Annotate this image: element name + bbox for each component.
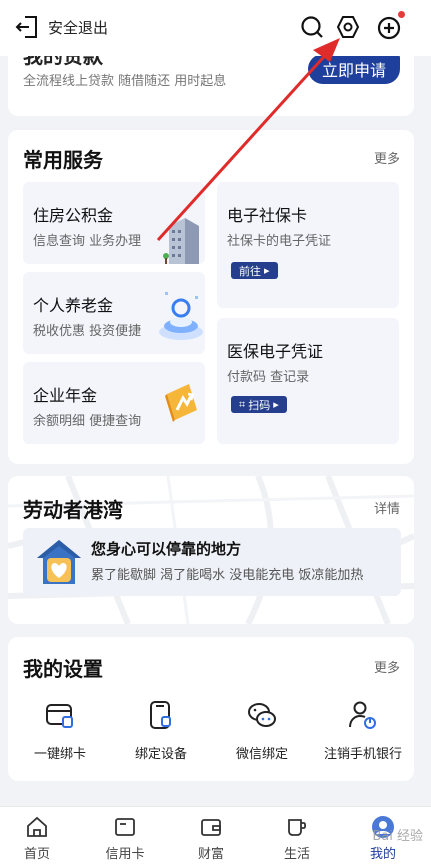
- apply-now-button[interactable]: 立即申请: [308, 54, 400, 84]
- scan-icon: ⌗: [239, 397, 246, 411]
- top-bar: 安全退出: [0, 0, 431, 56]
- tile-subtitle: 余额明细 便捷查询: [33, 414, 142, 429]
- tile-housing-fund[interactable]: 住房公积金 信息查询 业务办理: [23, 182, 205, 264]
- harbor-item-title: 您身心可以停靠的地方: [91, 540, 242, 558]
- tile-subtitle: 社保卡的电子凭证: [227, 234, 332, 249]
- tile-title: 医保电子凭证: [227, 342, 324, 361]
- services-title: 常用服务: [23, 148, 103, 172]
- settings-hex-icon: [336, 16, 360, 38]
- go-button[interactable]: 前往 ▸: [231, 262, 278, 279]
- search-button[interactable]: [299, 14, 325, 40]
- settings-button[interactable]: [335, 14, 361, 40]
- setting-deregister-mobile-banking[interactable]: 注销手机银行: [313, 699, 413, 762]
- harbor-detail-link[interactable]: 详情: [374, 498, 400, 517]
- tile-subtitle: 信息查询 业务办理: [33, 234, 142, 249]
- logout-icon: [15, 16, 37, 38]
- nav-item-life[interactable]: 生活: [267, 815, 327, 862]
- common-services-card: 常用服务 更多 住房公积金 信息查询 业务办理 个人养老金 税收优惠 投资便捷: [8, 130, 414, 464]
- tile-subtitle: 税收优惠 投资便捷: [33, 324, 142, 339]
- tile-title: 企业年金: [33, 386, 98, 405]
- nav-item-wealth[interactable]: 财富: [181, 815, 241, 862]
- logout-label: 安全退出: [48, 18, 109, 37]
- card-bind-icon: [46, 704, 73, 728]
- credit-card-icon: [115, 818, 135, 836]
- pension-icon: [159, 292, 203, 340]
- setting-wechat-bind[interactable]: 微信绑定: [212, 699, 312, 762]
- add-button[interactable]: [377, 11, 405, 40]
- nav-label: 生活: [283, 847, 310, 862]
- scan-button-label: 扫码: [248, 398, 271, 412]
- harbor-item-subtitle: 累了能歇脚 渴了能喝水 没电能充电 饭凉能加热: [91, 568, 364, 583]
- nav-label: 我的: [369, 847, 396, 862]
- tile-enterprise-annuity[interactable]: 企业年金 余额明细 便捷查询: [23, 362, 205, 444]
- setting-label: 绑定设备: [134, 747, 187, 762]
- tile-personal-pension[interactable]: 个人养老金 税收优惠 投资便捷: [23, 272, 205, 354]
- logout-button[interactable]: 安全退出: [14, 14, 108, 40]
- tile-title: 住房公积金: [33, 206, 114, 225]
- tile-medical-insurance-voucher[interactable]: 医保电子凭证 付款码 查记录 ⌗ 扫码 ▸: [217, 318, 399, 444]
- harbor-title: 劳动者港湾: [23, 498, 123, 522]
- services-more-link[interactable]: 更多: [374, 148, 400, 167]
- watermark: Bai 经验: [372, 829, 423, 844]
- setting-bind-card[interactable]: 一键绑卡: [10, 699, 110, 762]
- search-icon: [301, 16, 323, 38]
- building-icon: [163, 218, 199, 264]
- device-bind-icon: [150, 701, 171, 729]
- tile-subtitle: 付款码 查记录: [227, 370, 310, 385]
- tile-title: 个人养老金: [33, 296, 114, 315]
- nav-item-home[interactable]: 首页: [7, 815, 67, 862]
- go-button-label: 前往: [239, 264, 261, 278]
- setting-label: 注销手机银行: [323, 747, 402, 762]
- harbor-item[interactable]: 您身心可以停靠的地方 累了能歇脚 渴了能喝水 没电能充电 饭凉能加热: [23, 528, 401, 596]
- loan-subtitle: 全流程线上贷款 随借随还 用时起息: [23, 74, 227, 89]
- wechat-icon: [248, 703, 276, 727]
- setting-bind-device[interactable]: 绑定设备: [111, 699, 211, 762]
- notification-dot: [398, 11, 405, 18]
- setting-label: 微信绑定: [235, 747, 288, 762]
- tile-e-social-security-card[interactable]: 电子社保卡 社保卡的电子凭证 前往 ▸: [217, 182, 399, 308]
- chevron-right-icon: ▸: [264, 264, 270, 277]
- setting-label: 一键绑卡: [33, 747, 86, 762]
- add-circle-icon: [377, 16, 401, 40]
- chevron-right-icon: ▸: [273, 398, 279, 411]
- cup-icon: [288, 819, 307, 836]
- annuity-icon: [165, 384, 197, 422]
- wallet-icon: [201, 819, 221, 836]
- nav-label: 首页: [23, 847, 50, 862]
- scan-button[interactable]: ⌗ 扫码 ▸: [231, 396, 287, 413]
- nav-label: 财富: [197, 847, 224, 862]
- bottom-navigation: 首页 信用卡 财富 生活 我的 Bai 经验: [0, 806, 431, 868]
- my-settings-card: 我的设置 更多 一键绑卡 绑定设备 微信绑定 注销手机银行: [8, 637, 414, 781]
- worker-harbor-card: 劳动者港湾 详情 您身心可以停靠的地方 累了能歇脚 渴了能喝水 没电能充电 饭凉…: [8, 476, 414, 624]
- user-logout-icon: [349, 701, 376, 729]
- nav-label: 信用卡: [105, 847, 145, 862]
- house-heart-icon: [37, 540, 81, 584]
- nav-item-credit-card[interactable]: 信用卡: [95, 815, 155, 862]
- settings-more-link[interactable]: 更多: [374, 657, 400, 676]
- tile-title: 电子社保卡: [227, 206, 308, 225]
- home-icon: [27, 816, 47, 837]
- settings-title: 我的设置: [23, 657, 103, 681]
